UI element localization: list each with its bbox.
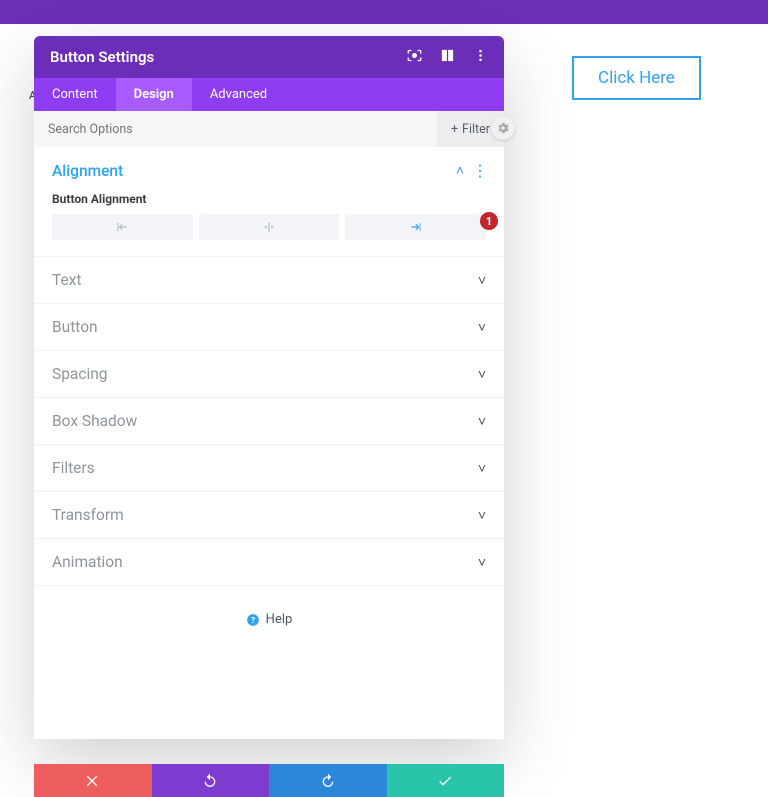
sections-list: Alignment ˄ ⋮ Button Alignment 1 Text ˅ xyxy=(34,147,504,739)
columns-icon[interactable] xyxy=(440,48,455,67)
align-center-button[interactable] xyxy=(199,214,340,240)
section-label: Animation xyxy=(52,553,478,571)
help-label: Help xyxy=(266,612,293,627)
search-input[interactable] xyxy=(34,122,437,137)
undo-icon xyxy=(202,773,218,789)
section-label: Alignment xyxy=(52,162,456,180)
search-row: + Filter xyxy=(34,111,504,147)
help-icon: ? xyxy=(246,613,260,627)
alignment-body: Button Alignment 1 xyxy=(34,186,504,257)
chevron-down-icon: ˅ xyxy=(478,507,486,524)
section-label: Spacing xyxy=(52,365,478,383)
chevron-down-icon: ˅ xyxy=(478,413,486,430)
kebab-icon[interactable] xyxy=(473,48,488,67)
modal-title: Button Settings xyxy=(50,48,407,66)
plus-icon: + xyxy=(451,122,458,137)
top-bar xyxy=(0,0,768,24)
settings-modal: Button Settings Content Design Advanced … xyxy=(34,36,504,739)
svg-text:?: ? xyxy=(251,614,255,624)
section-transform[interactable]: Transform ˅ xyxy=(34,492,504,539)
undo-button[interactable] xyxy=(152,764,270,797)
section-text[interactable]: Text ˅ xyxy=(34,257,504,304)
cancel-button[interactable] xyxy=(34,764,152,797)
filter-label: Filter xyxy=(462,122,490,137)
section-label: Filters xyxy=(52,459,478,477)
align-right-button[interactable] xyxy=(345,214,486,240)
tab-content[interactable]: Content xyxy=(34,78,116,111)
save-button[interactable] xyxy=(387,764,505,797)
chevron-down-icon: ˅ xyxy=(478,272,486,289)
alignment-field-label: Button Alignment xyxy=(52,192,486,206)
section-alignment[interactable]: Alignment ˄ ⋮ xyxy=(34,147,504,186)
help-link[interactable]: ? Help xyxy=(34,586,504,739)
modal-header: Button Settings xyxy=(34,36,504,78)
expand-icon[interactable] xyxy=(407,48,422,67)
preview-cta-button[interactable]: Click Here xyxy=(572,56,701,100)
section-animation[interactable]: Animation ˅ xyxy=(34,539,504,586)
chevron-down-icon: ˅ xyxy=(478,554,486,571)
redo-button[interactable] xyxy=(269,764,387,797)
section-spacing[interactable]: Spacing ˅ xyxy=(34,351,504,398)
alignment-options xyxy=(52,214,486,240)
section-box-shadow[interactable]: Box Shadow ˅ xyxy=(34,398,504,445)
section-label: Text xyxy=(52,271,478,289)
check-icon xyxy=(437,773,453,789)
section-button[interactable]: Button ˅ xyxy=(34,304,504,351)
modal-footer xyxy=(34,764,504,797)
gear-icon[interactable] xyxy=(491,116,515,140)
chevron-up-icon: ˄ xyxy=(456,162,464,179)
section-label: Transform xyxy=(52,506,478,524)
tab-design[interactable]: Design xyxy=(116,78,192,111)
section-filters[interactable]: Filters ˅ xyxy=(34,445,504,492)
redo-icon xyxy=(320,773,336,789)
chevron-down-icon: ˅ xyxy=(478,366,486,383)
align-left-button[interactable] xyxy=(52,214,193,240)
section-label: Button xyxy=(52,318,478,336)
preview-area: Click Here xyxy=(548,24,768,132)
chevron-down-icon: ˅ xyxy=(478,319,486,336)
chevron-down-icon: ˅ xyxy=(478,460,486,477)
close-icon xyxy=(85,773,101,789)
section-label: Box Shadow xyxy=(52,412,478,430)
section-kebab-icon[interactable]: ⋮ xyxy=(472,161,486,180)
modal-tabs: Content Design Advanced xyxy=(34,78,504,111)
hint-badge: 1 xyxy=(480,212,498,230)
tab-advanced[interactable]: Advanced xyxy=(192,78,285,111)
resize-handle-icon[interactable] xyxy=(490,784,502,796)
